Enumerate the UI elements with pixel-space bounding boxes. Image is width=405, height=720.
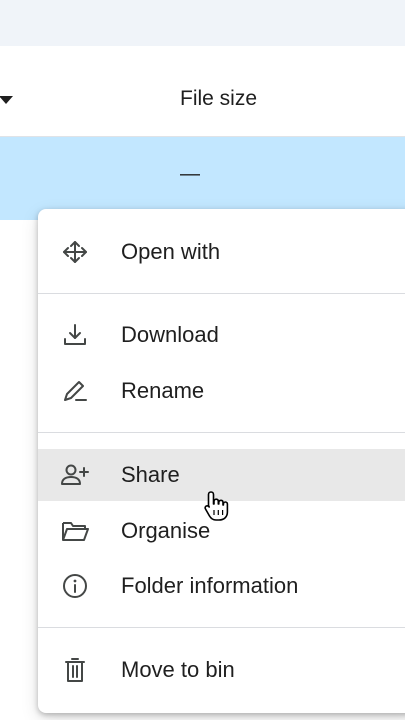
- menu-item-label: Download: [121, 322, 219, 347]
- hand-pointer-cursor-icon: [204, 491, 229, 521]
- move-arrows-icon: [60, 238, 90, 266]
- menu-item-label: Open with: [121, 239, 221, 264]
- menu-item-move-to-bin[interactable]: Move to bin: [38, 644, 405, 696]
- folder-open-icon: [60, 517, 90, 545]
- rename-pen-icon: [60, 377, 90, 405]
- trash-icon: [60, 656, 90, 684]
- menu-divider: [38, 432, 405, 433]
- menu-item-label: Folder information: [121, 573, 299, 598]
- menu-divider: [38, 293, 405, 294]
- context-menu: Open with Download Rename Share Organise…: [38, 209, 405, 713]
- column-header-file-size[interactable]: File size: [180, 87, 257, 111]
- menu-item-rename[interactable]: Rename: [38, 365, 405, 417]
- menu-item-open-with[interactable]: Open with: [38, 226, 405, 278]
- drive-file-list-view: File size — Open with Download Rename Sh…: [0, 0, 405, 720]
- menu-item-label: Organise: [121, 518, 211, 543]
- menu-item-label: Move to bin: [121, 657, 235, 682]
- menu-divider: [38, 627, 405, 628]
- info-icon: [60, 572, 90, 600]
- toolbar-strip: [0, 0, 405, 46]
- menu-item-folder-information[interactable]: Folder information: [38, 560, 405, 612]
- download-icon: [60, 321, 90, 349]
- file-size-cell: —: [180, 163, 200, 185]
- table-row-selected[interactable]: [0, 137, 405, 220]
- menu-item-label: Rename: [121, 378, 205, 403]
- sort-dropdown-icon[interactable]: [0, 96, 13, 104]
- menu-item-label: Share: [121, 462, 180, 487]
- menu-item-download[interactable]: Download: [38, 309, 405, 361]
- person-add-icon: [60, 461, 90, 489]
